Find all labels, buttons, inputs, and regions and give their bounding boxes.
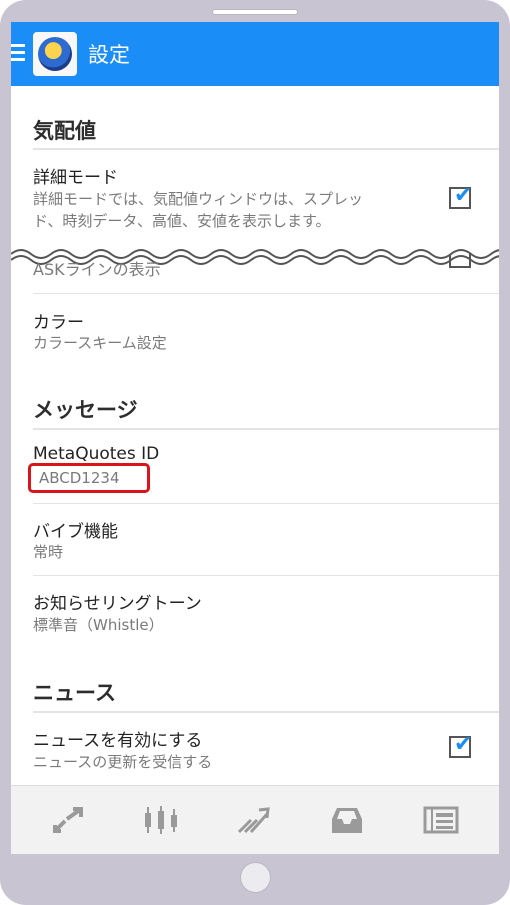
mailbox-icon[interactable] xyxy=(327,802,367,838)
metaquotes-id-label: MetaQuotes ID xyxy=(33,444,160,464)
section-header-news: ニュース xyxy=(33,681,116,705)
divider xyxy=(33,148,499,150)
detail-mode-label: 詳細モード xyxy=(33,168,118,188)
chart-icon[interactable] xyxy=(141,802,181,838)
divider xyxy=(33,711,499,713)
check-icon: ✔ xyxy=(454,732,473,757)
detail-mode-description-1: 詳細モードでは、気配値ウィンドウは、スプレッ xyxy=(33,190,364,208)
check-icon: ✔ xyxy=(454,183,473,208)
divider xyxy=(33,293,499,294)
vibration-label: バイブ機能 xyxy=(33,522,118,542)
section-header-quotes: 気配値 xyxy=(33,119,96,143)
home-button[interactable] xyxy=(240,862,271,893)
color-value: カラースキーム設定 xyxy=(33,334,167,352)
app-logo xyxy=(33,32,77,76)
ask-line-label: ASKラインの表示 xyxy=(33,260,161,279)
enable-news-checkbox[interactable]: ✔ xyxy=(449,732,472,758)
bottom-nav xyxy=(11,785,499,854)
vibration-value: 常時 xyxy=(33,543,64,561)
quotes-icon[interactable] xyxy=(49,802,89,838)
divider xyxy=(33,575,499,576)
detail-mode-checkbox[interactable]: ✔ xyxy=(449,183,472,209)
ask-line-checkbox[interactable] xyxy=(449,254,471,268)
enable-news-description: ニュースの更新を受信する xyxy=(33,753,213,771)
ringtone-value: 標準音（Whistle） xyxy=(33,616,164,634)
device-speaker xyxy=(212,9,298,15)
enable-news-label: ニュースを有効にする xyxy=(33,731,203,751)
divider xyxy=(33,503,499,504)
news-icon[interactable] xyxy=(421,802,461,838)
detail-mode-description-2: ド、時刻データ、高値、安値を表示します。 xyxy=(33,212,331,230)
highlight-box xyxy=(28,463,150,493)
screen: 設定 気配値 詳細モード 詳細モードでは、気配値ウィンドウは、スプレッ ド、時刻… xyxy=(11,22,499,854)
ringtone-label: お知らせリングトーン xyxy=(33,594,202,614)
menu-icon[interactable] xyxy=(11,44,25,62)
divider xyxy=(33,428,499,430)
section-header-messages: メッセージ xyxy=(33,398,138,422)
color-label: カラー xyxy=(33,313,84,333)
app-bar: 設定 xyxy=(11,22,499,86)
page-title: 設定 xyxy=(88,43,130,67)
trade-icon[interactable] xyxy=(233,802,273,838)
